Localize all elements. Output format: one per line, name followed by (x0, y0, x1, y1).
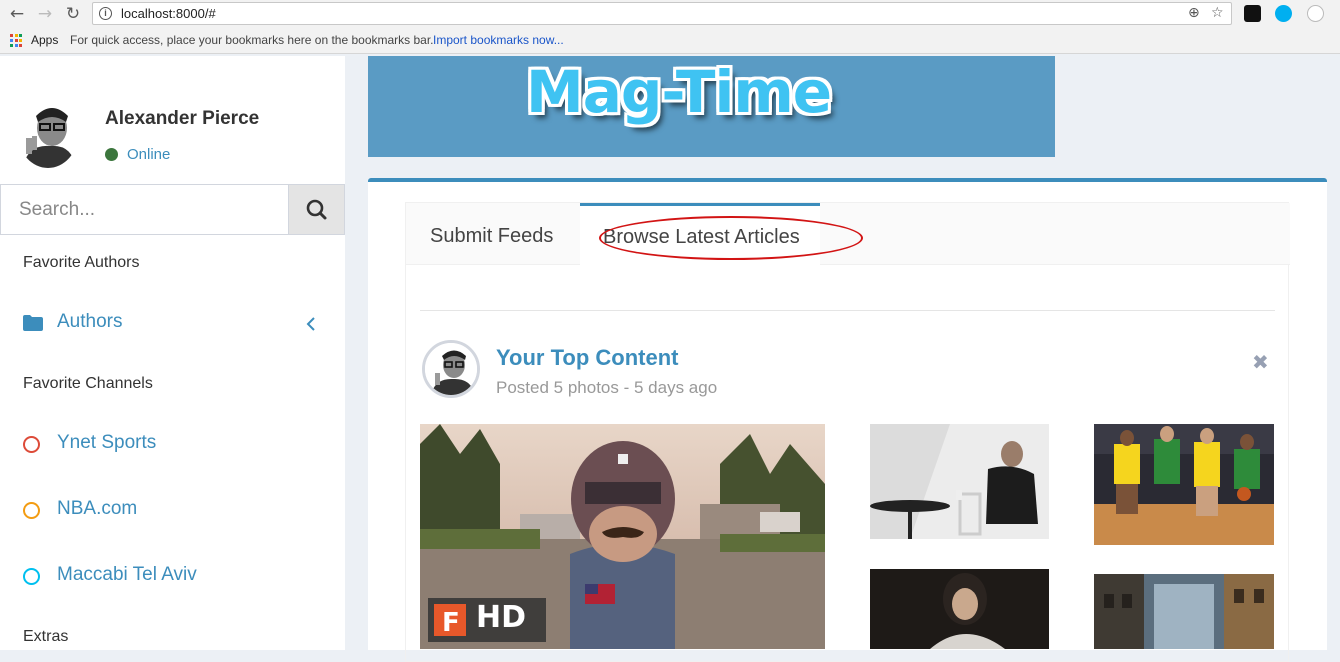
circle-icon (23, 502, 40, 519)
post-avatar (422, 340, 480, 398)
site-banner: Mag-Time (368, 56, 1055, 157)
chevron-left-icon (306, 317, 315, 331)
skype-icon[interactable] (1275, 5, 1292, 22)
divider (420, 310, 1275, 311)
sidebar-search (0, 184, 345, 235)
post-subtitle: Posted 5 photos - 5 days ago (496, 378, 718, 397)
sidebar-item-ynet-sports[interactable]: Ynet Sports (0, 424, 345, 464)
sidebar: Alexander Pierce Online Favorite Authors… (0, 56, 345, 650)
site-logo[interactable]: Mag-Time (526, 58, 832, 126)
favorite-channels-header: Favorite Channels (23, 375, 153, 392)
circle-icon (23, 568, 40, 585)
featured-video-thumbnail[interactable]: F HD (420, 424, 825, 649)
search-icon (306, 199, 327, 220)
extension-icon[interactable] (1244, 5, 1261, 22)
folder-icon (23, 315, 43, 331)
photo-thumbnail[interactable] (1094, 574, 1274, 649)
photo-thumbnail[interactable] (870, 424, 1049, 539)
bookmark-star-icon[interactable]: ☆ (1211, 5, 1224, 21)
reload-icon[interactable]: ↻ (62, 3, 84, 25)
tab-label: Submit Feeds (430, 225, 554, 247)
user-name: Alexander Pierce (105, 108, 260, 129)
address-url[interactable]: localhost:8000/# (121, 6, 216, 21)
zoom-icon[interactable]: ⊕ (1188, 5, 1200, 21)
sidebar-item-label: Maccabi Tel Aviv (57, 564, 197, 585)
post-title[interactable]: Your Top Content (496, 345, 678, 371)
close-icon[interactable]: ✖ (1252, 350, 1269, 374)
tab-label: Browse Latest Articles (603, 226, 800, 248)
photo-thumbnail[interactable] (870, 569, 1049, 649)
tabs-container: Submit Feeds Browse Latest Articles Your… (405, 202, 1290, 662)
main-panel: Submit Feeds Browse Latest Articles Your… (368, 178, 1327, 662)
circle-icon (23, 436, 40, 453)
hd-badge: HD (476, 600, 527, 635)
tab-browse-latest-articles[interactable]: Browse Latest Articles (580, 203, 820, 267)
favorite-authors-header: Favorite Authors (23, 254, 140, 271)
sidebar-item-nba[interactable]: NBA.com (0, 490, 345, 530)
browser-toolbar: ← → ↻ i localhost:8000/# ⊕ ☆ (0, 0, 1340, 28)
user-avatar (18, 100, 78, 168)
sidebar-item-label: Authors (57, 311, 123, 332)
tab-submit-feeds[interactable]: Submit Feeds (406, 203, 580, 265)
forward-icon[interactable]: → (34, 3, 56, 25)
svg-text:F: F (442, 608, 460, 638)
address-bar[interactable]: i localhost:8000/# ⊕ ☆ (92, 2, 1232, 25)
import-bookmarks-link[interactable]: Import bookmarks now... (433, 33, 564, 47)
tab-bar: Submit Feeds Browse Latest Articles (406, 203, 1290, 267)
bookmarks-hint: For quick access, place your bookmarks h… (70, 33, 434, 47)
apps-icon[interactable] (10, 34, 23, 47)
extension-circle-icon[interactable] (1307, 5, 1324, 22)
sidebar-item-authors[interactable]: Authors (0, 303, 345, 343)
search-input[interactable] (0, 184, 289, 235)
sidebar-item-label: Ynet Sports (57, 432, 157, 453)
info-icon[interactable]: i (99, 7, 112, 20)
apps-link[interactable]: Apps (31, 33, 58, 47)
search-button[interactable] (289, 184, 345, 235)
online-status-text: Online (127, 146, 171, 163)
extras-header: Extras (23, 628, 69, 645)
photo-thumbnail[interactable] (1094, 424, 1274, 545)
sidebar-item-maccabi[interactable]: Maccabi Tel Aviv (0, 556, 345, 596)
back-icon[interactable]: ← (6, 3, 28, 25)
bookmarks-bar: Apps For quick access, place your bookma… (0, 28, 1340, 54)
online-status-icon (105, 148, 118, 161)
sidebar-item-label: NBA.com (57, 498, 138, 519)
